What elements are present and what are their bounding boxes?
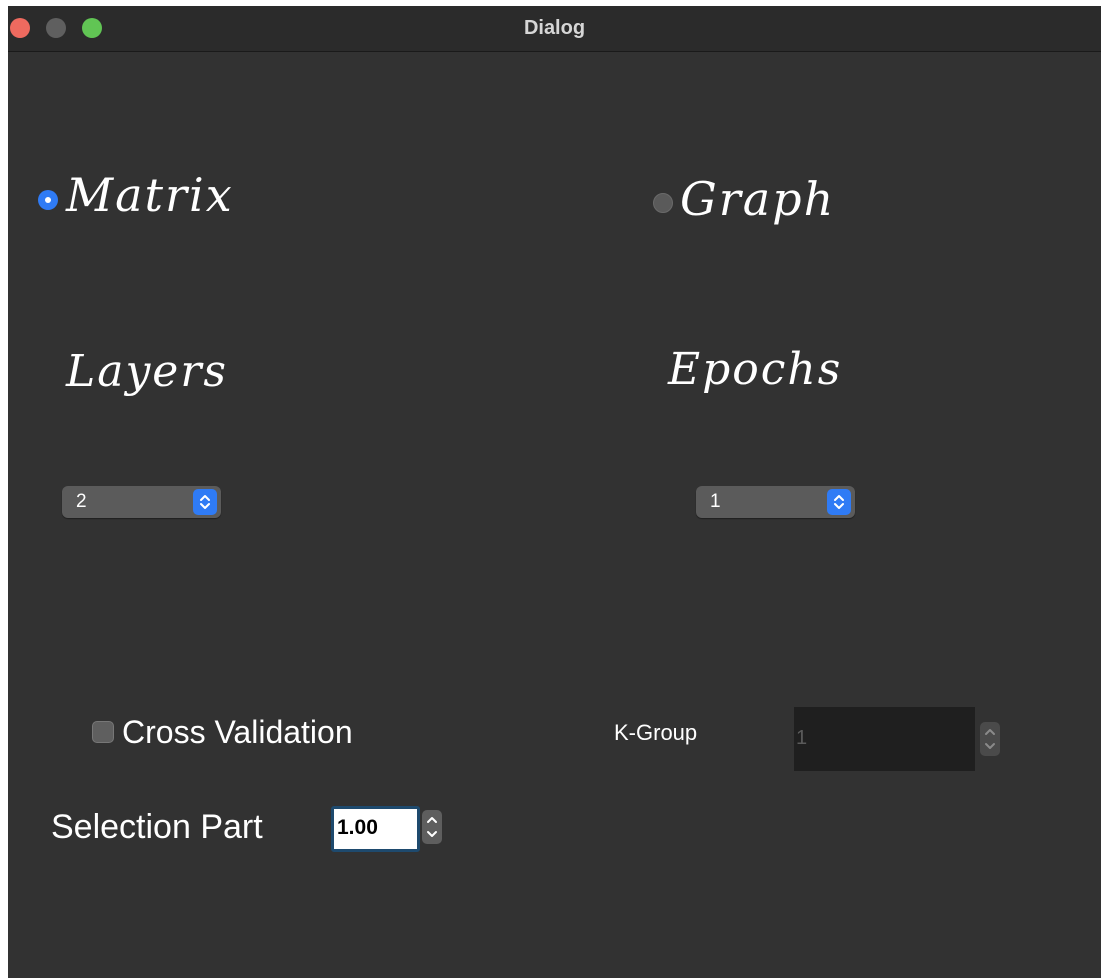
selection-part-value: 1.00 [337,816,378,839]
epochs-select[interactable]: 1 [696,486,855,518]
layers-label: Layers [66,346,228,397]
cross-validation-label[interactable]: Cross Validation [122,714,353,751]
k-group-label: K-Group [614,720,698,745]
epochs-label: Epochs [668,344,843,395]
selection-part-label: Selection Part [51,808,263,846]
graph-radio[interactable] [653,193,673,213]
selection-part-stepper[interactable] [422,810,442,844]
layers-select[interactable]: 2 [62,486,221,518]
k-group-stepper[interactable] [980,722,1000,756]
cross-validation-checkbox[interactable] [92,721,114,743]
window-title: Dialog [523,17,586,39]
chevron-up-down-icon [193,489,217,515]
title-bar: Dialog [8,6,1101,52]
k-group-spinbox-field[interactable]: 1 [794,707,975,771]
dialog-window: Dialog Matrix Graph Layers 2 Epochs 1 Cr… [8,6,1101,978]
epochs-select-value: 1 [710,491,721,512]
layers-select-value: 2 [76,491,87,512]
selection-part-input[interactable]: 1.00 [331,806,420,852]
graph-radio-label[interactable]: Graph [680,172,835,226]
matrix-radio-label[interactable]: Matrix [66,168,234,222]
matrix-radio[interactable] [38,190,58,210]
k-group-value: 1 [796,727,808,749]
chevron-up-down-icon [827,489,851,515]
